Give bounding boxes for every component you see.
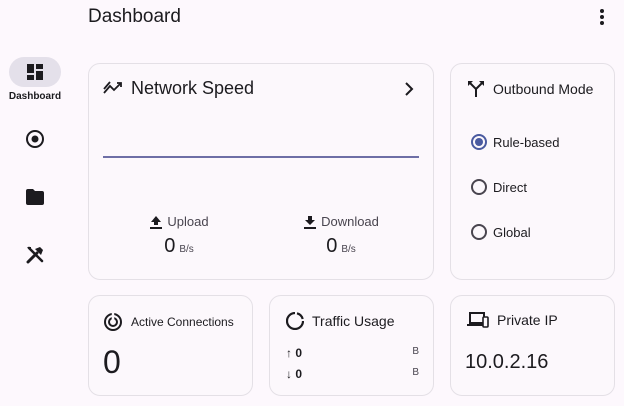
trending-icon bbox=[103, 80, 122, 94]
traffic-up-value: ↑ 0 bbox=[286, 346, 303, 360]
nav-label-dashboard: Dashboard bbox=[8, 91, 62, 102]
nav-item-dashboard[interactable]: Dashboard bbox=[0, 57, 70, 102]
radio-label-global: Global bbox=[493, 224, 531, 240]
traffic-usage-title: Traffic Usage bbox=[312, 313, 395, 329]
upload-label: Upload bbox=[167, 214, 209, 229]
radio-checked-icon bbox=[471, 134, 487, 150]
traffic-usage-header: Traffic Usage bbox=[286, 312, 394, 330]
private-ip-card[interactable]: Private IP 10.0.2.16 bbox=[450, 295, 615, 396]
traffic-down-value: ↓ 0 bbox=[286, 367, 303, 381]
tools-icon bbox=[26, 246, 44, 264]
download-label: Download bbox=[321, 214, 379, 229]
dashboard-icon bbox=[27, 64, 43, 80]
upload-value: 0 bbox=[164, 235, 176, 257]
radio-direct[interactable]: Direct bbox=[471, 179, 527, 195]
nav-item-profiles[interactable] bbox=[0, 182, 70, 212]
chevron-right-icon[interactable] bbox=[402, 81, 416, 97]
private-ip-header: Private IP bbox=[467, 312, 558, 328]
radio-label-direct: Direct bbox=[493, 179, 527, 195]
radio-global[interactable]: Global bbox=[471, 224, 531, 240]
traffic-down-row: ↓ 0 B bbox=[286, 367, 419, 381]
nav-item-proxies[interactable] bbox=[0, 124, 70, 154]
radio-button-icon bbox=[26, 130, 44, 148]
network-speed-title: Network Speed bbox=[131, 78, 255, 98]
network-speed-card[interactable]: Network Speed Upload 0 B/s Download 0 B/s bbox=[88, 63, 434, 280]
radio-unchecked-icon bbox=[471, 179, 487, 195]
active-connections-header: Active Connections bbox=[103, 312, 234, 332]
more-vert-icon bbox=[600, 9, 604, 25]
outbound-mode-title: Outbound Mode bbox=[493, 81, 594, 97]
active-connections-title: Active Connections bbox=[131, 315, 234, 329]
call-split-icon bbox=[468, 81, 484, 97]
nav-item-tools[interactable] bbox=[0, 240, 70, 270]
connections-icon bbox=[104, 313, 122, 331]
speed-graph-line bbox=[103, 156, 419, 158]
active-connections-card[interactable]: Active Connections 0 bbox=[88, 295, 253, 396]
network-speed-header: Network Speed bbox=[103, 78, 254, 99]
nav-indicator bbox=[9, 57, 61, 87]
data-usage-icon bbox=[286, 312, 304, 330]
upload-icon bbox=[150, 215, 163, 229]
traffic-down-unit: B bbox=[412, 367, 419, 378]
download-value: 0 bbox=[326, 235, 338, 257]
outbound-mode-card: Outbound Mode Rule-based Direct Global bbox=[450, 63, 615, 280]
outbound-mode-header: Outbound Mode bbox=[467, 80, 593, 98]
traffic-usage-card[interactable]: Traffic Usage ↑ 0 B ↓ 0 B bbox=[269, 295, 434, 396]
private-ip-value: 10.0.2.16 bbox=[465, 351, 549, 373]
folder-icon bbox=[26, 189, 44, 205]
radio-rule-based[interactable]: Rule-based bbox=[471, 134, 560, 150]
radio-unchecked-icon bbox=[471, 224, 487, 240]
active-connections-value: 0 bbox=[103, 344, 121, 380]
private-ip-title: Private IP bbox=[497, 312, 558, 328]
more-options-button[interactable] bbox=[592, 6, 612, 28]
traffic-up-unit: B bbox=[412, 346, 419, 357]
page-title: Dashboard bbox=[88, 6, 181, 27]
upload-unit: B/s bbox=[179, 244, 194, 255]
radio-label-rule-based: Rule-based bbox=[493, 134, 560, 150]
download-icon bbox=[304, 215, 317, 229]
download-stat: Download 0 B/s bbox=[286, 214, 396, 258]
traffic-up-row: ↑ 0 B bbox=[286, 346, 419, 360]
download-unit: B/s bbox=[341, 244, 356, 255]
upload-stat: Upload 0 B/s bbox=[124, 214, 234, 258]
devices-icon bbox=[467, 312, 489, 328]
